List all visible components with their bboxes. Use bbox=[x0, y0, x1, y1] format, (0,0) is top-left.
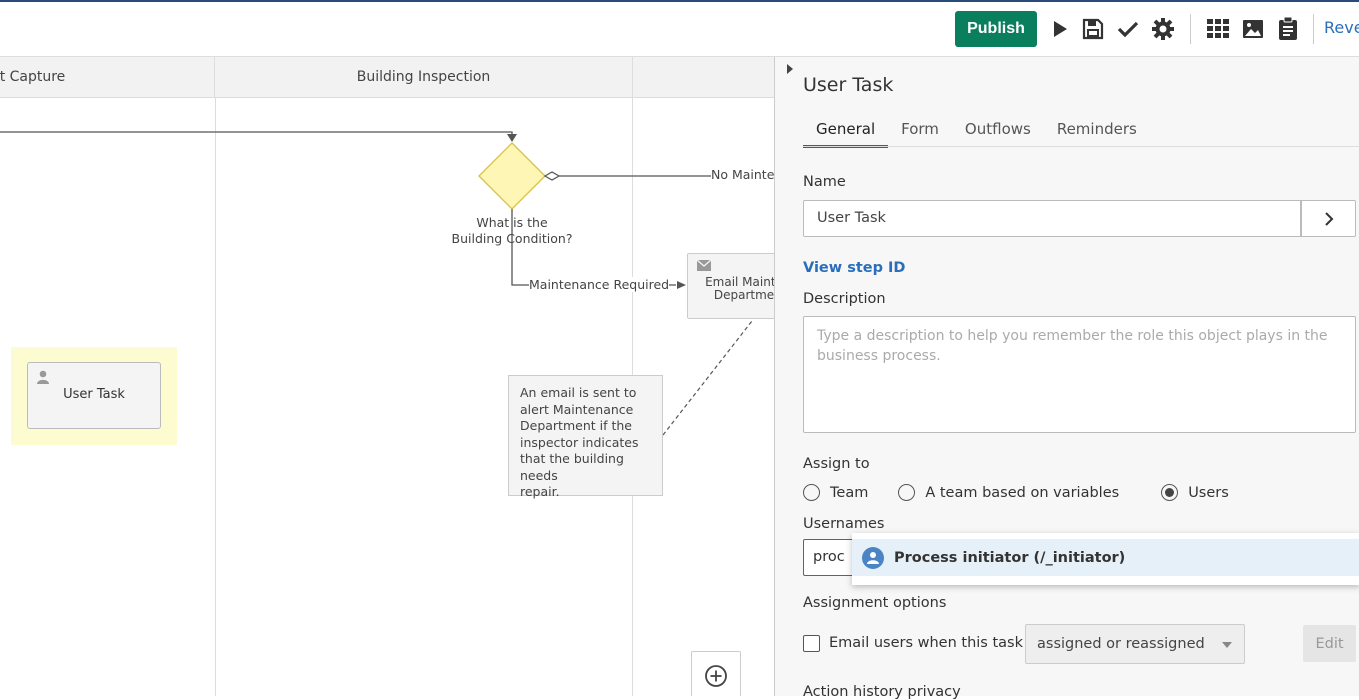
gateway-label-line1: What is the bbox=[476, 215, 548, 230]
radio-label: A team based on variables bbox=[925, 484, 1120, 501]
panel-tabs: General Form Outflows Reminders bbox=[803, 118, 1150, 148]
email-task-label-line2: Departme bbox=[713, 288, 774, 302]
name-input[interactable]: User Task bbox=[803, 200, 1301, 237]
chevron-right-icon bbox=[1324, 211, 1333, 226]
gateway-label: What is the Building Condition? bbox=[446, 215, 578, 247]
usernames-label: Usernames bbox=[803, 516, 885, 532]
assign-to-label: Assign to bbox=[803, 456, 870, 472]
autocomplete-dropdown: Process initiator (/_initiator) bbox=[852, 533, 1359, 585]
toolbar-divider bbox=[1190, 14, 1191, 44]
select-value: assigned or reassigned bbox=[1037, 636, 1205, 652]
validate-icon[interactable] bbox=[1115, 16, 1141, 42]
radio-users[interactable]: Users bbox=[1161, 484, 1229, 501]
plus-circle-icon bbox=[705, 665, 727, 687]
radio-button[interactable] bbox=[898, 484, 916, 501]
process-canvas[interactable]: t Capture Building Inspection No Mainte … bbox=[0, 57, 774, 696]
tab-outflows[interactable]: Outflows bbox=[952, 118, 1044, 148]
user-task-node[interactable]: User Task bbox=[27, 362, 161, 429]
save-icon[interactable] bbox=[1080, 16, 1106, 42]
annotation-line: alert Maintenance bbox=[520, 401, 634, 417]
clipboard-icon[interactable] bbox=[1275, 16, 1301, 42]
text-annotation[interactable]: An email is sent to alert Maintenance De… bbox=[508, 375, 663, 499]
grid-icon[interactable] bbox=[1205, 16, 1231, 42]
annotation-line: An email is sent to bbox=[520, 385, 637, 400]
user-icon bbox=[37, 370, 49, 384]
name-label: Name bbox=[803, 174, 846, 190]
email-task-node[interactable]: Email Mainte Departme bbox=[687, 253, 774, 319]
annotation-line: Department if the bbox=[520, 418, 632, 433]
envelope-icon bbox=[697, 260, 711, 271]
email-users-checkbox[interactable] bbox=[803, 635, 820, 652]
annotation-line: that the building needs bbox=[520, 451, 624, 483]
autocomplete-option[interactable]: Process initiator (/_initiator) bbox=[852, 539, 1359, 576]
user-avatar-icon bbox=[862, 546, 884, 569]
revert-link[interactable]: Reve bbox=[1324, 18, 1359, 37]
properties-panel: User Task General Form Outflows Reminder… bbox=[774, 57, 1359, 700]
view-step-id-link[interactable]: View step ID bbox=[803, 260, 905, 276]
exclusive-gateway[interactable] bbox=[478, 142, 546, 210]
autocomplete-option-label: Process initiator (/_initiator) bbox=[894, 549, 1126, 566]
tab-form[interactable]: Form bbox=[888, 118, 952, 148]
radio-label: Users bbox=[1188, 484, 1229, 501]
assignment-options-label: Assignment options bbox=[803, 595, 947, 611]
description-label: Description bbox=[803, 291, 886, 307]
annotation-line: inspector indicates bbox=[520, 434, 639, 450]
radio-button-selected[interactable] bbox=[1161, 484, 1179, 501]
toolbar-divider bbox=[1313, 14, 1314, 44]
radio-team-variables[interactable]: A team based on variables bbox=[898, 484, 1119, 501]
radio-label: Team bbox=[830, 484, 869, 501]
radio-team[interactable]: Team bbox=[803, 484, 868, 501]
flow-label-no-maintenance[interactable]: No Mainte bbox=[711, 167, 774, 182]
edit-button[interactable]: Edit bbox=[1303, 625, 1356, 662]
flow-label-maintenance-required[interactable]: Maintenance Required bbox=[529, 277, 670, 292]
collapse-panel-icon[interactable] bbox=[786, 63, 794, 75]
publish-button[interactable]: Publish bbox=[955, 11, 1037, 47]
user-task-label: User Task bbox=[63, 387, 125, 402]
tabs-divider bbox=[803, 146, 1359, 147]
email-users-label: Email users when this task is bbox=[829, 635, 1040, 651]
tab-general[interactable]: General bbox=[803, 118, 889, 148]
action-history-label: Action history privacy bbox=[803, 684, 961, 700]
annotation-line: repair. bbox=[520, 484, 560, 499]
assign-to-options: Team A team based on variables Users bbox=[803, 484, 1251, 501]
description-textarea[interactable]: Type a description to help you remember … bbox=[803, 316, 1356, 433]
settings-icon[interactable] bbox=[1150, 16, 1176, 42]
radio-button[interactable] bbox=[803, 484, 820, 501]
toolbar: Publish Reve bbox=[0, 2, 1359, 57]
panel-title: User Task bbox=[803, 74, 894, 96]
name-expand-button[interactable] bbox=[1301, 200, 1356, 237]
chevron-down-icon bbox=[1222, 642, 1232, 648]
tab-reminders[interactable]: Reminders bbox=[1044, 118, 1150, 148]
run-icon[interactable] bbox=[1047, 16, 1073, 42]
email-trigger-select[interactable]: assigned or reassigned bbox=[1025, 624, 1245, 664]
image-icon[interactable] bbox=[1240, 16, 1266, 42]
email-task-label: Email Mainte Departme bbox=[694, 276, 774, 302]
gateway-label-line2: Building Condition? bbox=[451, 231, 573, 246]
zoom-in-button[interactable] bbox=[691, 651, 741, 696]
